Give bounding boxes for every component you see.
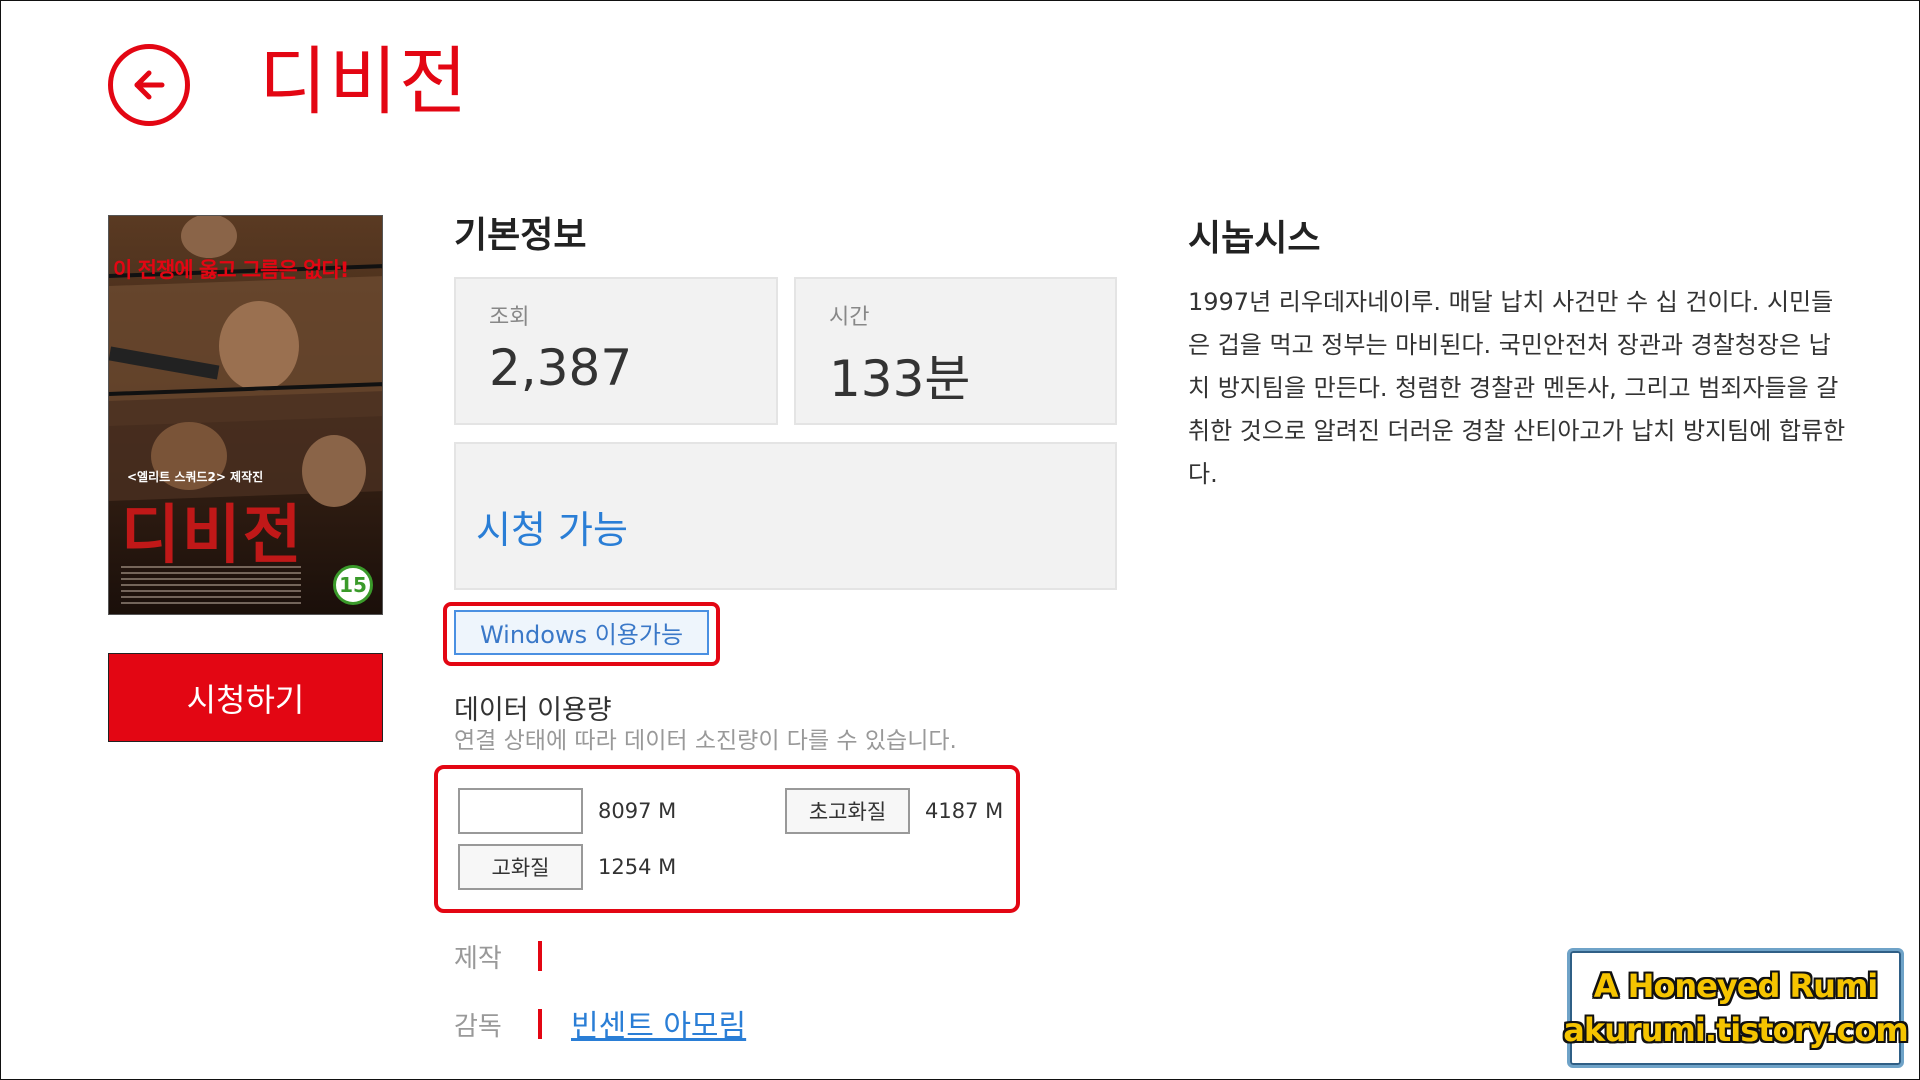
- poster-title: 디비전: [121, 499, 304, 573]
- watermark: A Honeyed Rumi akurumi.tistory.com: [1563, 948, 1909, 1068]
- watermark-name: A Honeyed Rumi: [1593, 967, 1878, 1005]
- credit-divider: [538, 1009, 542, 1039]
- poster-credits-block: [121, 566, 301, 606]
- poster-subtitle: <엘리트 스쿼드2> 제작진: [127, 470, 264, 484]
- runtime-value: 133분: [829, 350, 971, 408]
- availability-panel: 시청 가능: [454, 442, 1117, 590]
- platform-badge: Windows 이용가능: [454, 610, 709, 655]
- poster-tagline: 이 전쟁에 옳고 그름은 없다!: [113, 258, 349, 282]
- quality-option-size: 8097 M: [598, 799, 677, 823]
- views-stat: 조회 2,387: [454, 277, 778, 425]
- back-button[interactable]: [108, 44, 190, 126]
- quality-hd-size: 1254 M: [598, 855, 677, 879]
- watermark-url: akurumi.tistory.com: [1563, 1011, 1908, 1049]
- movie-poster: 이 전쟁에 옳고 그름은 없다! <엘리트 스쿼드2> 제작진 디비전 15: [108, 215, 383, 615]
- quality-uhd-button[interactable]: 초고화질: [785, 788, 910, 834]
- director-link[interactable]: 빈센트 아모림: [571, 1001, 746, 1045]
- arrow-left-icon: [134, 70, 165, 100]
- synopsis-title: 시놉시스: [1188, 218, 1321, 259]
- runtime-label: 시간: [829, 305, 870, 330]
- availability-status: 시청 가능: [476, 508, 628, 552]
- page-title: 디비전: [259, 39, 470, 125]
- credit-divider: [538, 941, 542, 971]
- quality-hd-button[interactable]: 고화질: [458, 844, 583, 890]
- runtime-stat: 시간 133분: [794, 277, 1117, 425]
- watch-button[interactable]: 시청하기: [108, 653, 383, 742]
- synopsis-text: 1997년 리우데자네이루. 매달 납치 사건만 수 십 건이다. 시민들은 겁…: [1188, 288, 1846, 488]
- producer-label: 제작: [454, 944, 502, 974]
- quality-option-button[interactable]: [458, 788, 583, 834]
- director-label: 감독: [454, 1012, 502, 1042]
- basic-info-title: 기본정보: [454, 215, 587, 256]
- age-rating-badge: 15: [333, 565, 373, 605]
- quality-uhd-size: 4187 M: [925, 799, 1004, 823]
- views-value: 2,387: [489, 339, 633, 397]
- views-label: 조회: [489, 305, 530, 330]
- data-usage-note: 연결 상태에 따라 데이터 소진량이 다를 수 있습니다.: [454, 728, 957, 754]
